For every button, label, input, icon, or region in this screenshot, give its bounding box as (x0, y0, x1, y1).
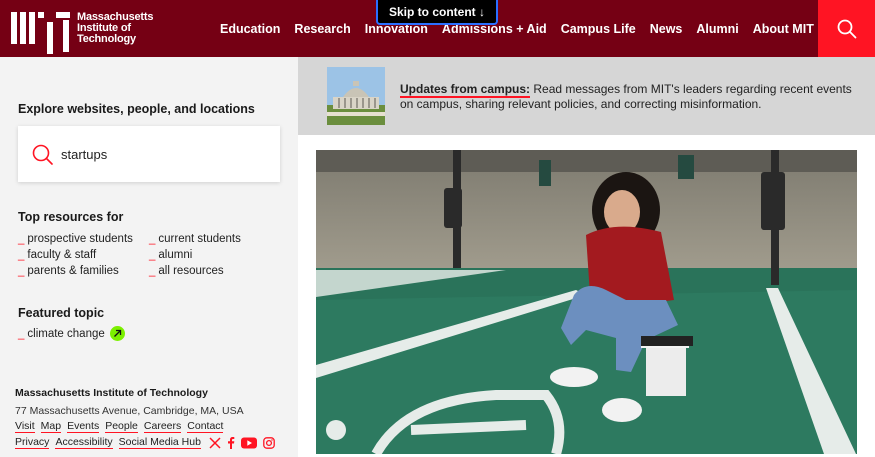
featured-climate-change-link[interactable]: _ climate change (18, 326, 125, 341)
arrow-up-right-icon (109, 326, 125, 341)
resource-label: prospective students (27, 233, 133, 245)
resource-alumni[interactable]: _ alumni (149, 249, 278, 261)
resource-label: all resources (158, 265, 224, 277)
top-resources-title: Top resources for (18, 210, 124, 224)
hero-image[interactable] (316, 150, 857, 454)
featured-topic-title: Featured topic (18, 306, 105, 320)
footer-link-privacy[interactable]: Privacy (15, 436, 50, 449)
logo-line-1: Massachusetts (77, 10, 154, 23)
updates-lead-link[interactable]: Updates from campus: (400, 82, 531, 98)
instagram-icon[interactable] (263, 436, 275, 449)
mit-logo-text: Massachusetts Institute of Technology (77, 10, 154, 45)
footer-link-people[interactable]: People (105, 420, 138, 433)
facebook-icon[interactable] (227, 436, 235, 449)
dash-marker: _ (18, 233, 25, 245)
footer-link-events[interactable]: Events (67, 420, 100, 433)
footer-link-accessibility[interactable]: Accessibility (55, 436, 113, 449)
explore-title: Explore websites, people, and locations (18, 102, 255, 116)
nav-research[interactable]: Research (294, 22, 350, 36)
great-dome-thumbnail (327, 67, 385, 125)
resource-faculty-staff[interactable]: _ faculty & staff (18, 249, 149, 261)
footer-address: 77 Massachusetts Avenue, Cambridge, MA, … (15, 405, 244, 417)
mit-logo-mark (11, 12, 70, 54)
social-links (209, 436, 275, 449)
footer-link-visit[interactable]: Visit (15, 420, 35, 433)
resource-label: faculty & staff (27, 249, 97, 261)
footer-links-row-1: Visit Map Events People Careers Contact (15, 420, 290, 433)
nav-alumni[interactable]: Alumni (696, 22, 738, 36)
top-resources-list: _ prospective students _ current students … (18, 233, 278, 277)
footer-org-name: Massachusetts Institute of Technology (15, 387, 208, 399)
footer-link-contact[interactable]: Contact (187, 420, 224, 433)
x-icon[interactable] (209, 436, 221, 449)
resource-current-students[interactable]: _ current students (149, 233, 278, 245)
search-query-text[interactable]: startups (61, 147, 107, 162)
header-search-button[interactable] (818, 0, 875, 57)
campus-updates-text: Updates from campus: Read messages from … (400, 82, 860, 112)
resource-label: alumni (158, 249, 193, 261)
main-nav: Education Research Innovation Admissions… (220, 0, 828, 57)
footer-link-careers[interactable]: Careers (143, 420, 182, 433)
footer-links-row-2: Privacy Accessibility Social Media Hub (15, 436, 290, 449)
resource-label: current students (158, 233, 241, 245)
dash-marker: _ (149, 249, 156, 261)
logo-line-3: Technology (77, 32, 136, 45)
resource-all-resources[interactable]: _ all resources (149, 265, 278, 277)
nav-about-mit[interactable]: About MIT (753, 22, 814, 36)
site-header: Massachusetts Institute of Technology Ed… (0, 0, 875, 57)
nav-news[interactable]: News (650, 22, 683, 36)
nav-education[interactable]: Education (220, 22, 280, 36)
resource-prospective-students[interactable]: _ prospective students (18, 233, 149, 245)
explore-search-input[interactable]: startups (18, 126, 280, 182)
footer-link-social-media-hub[interactable]: Social Media Hub (118, 436, 201, 449)
dash-marker: _ (18, 327, 25, 340)
dash-marker: _ (18, 265, 25, 277)
dash-marker: _ (18, 249, 25, 261)
featured-topic-label: climate change (27, 327, 105, 340)
skip-to-content-link[interactable]: Skip to content ↓ (376, 0, 498, 25)
search-icon (837, 19, 856, 38)
search-icon (32, 144, 53, 165)
resource-label: parents & families (27, 265, 119, 277)
mit-logo[interactable]: Massachusetts Institute of Technology (11, 10, 154, 54)
youtube-icon[interactable] (240, 437, 257, 449)
campus-updates-banner[interactable]: Updates from campus: Read messages from … (298, 57, 875, 135)
nav-campus-life[interactable]: Campus Life (561, 22, 636, 36)
resource-parents-families[interactable]: _ parents & families (18, 265, 149, 277)
footer-link-map[interactable]: Map (40, 420, 62, 433)
explore-panel: Explore websites, people, and locations … (0, 57, 298, 457)
footer-info: Massachusetts Institute of Technology 77… (15, 387, 290, 449)
dash-marker: _ (149, 233, 156, 245)
dash-marker: _ (149, 265, 156, 277)
logo-line-2: Institute of (77, 21, 131, 34)
